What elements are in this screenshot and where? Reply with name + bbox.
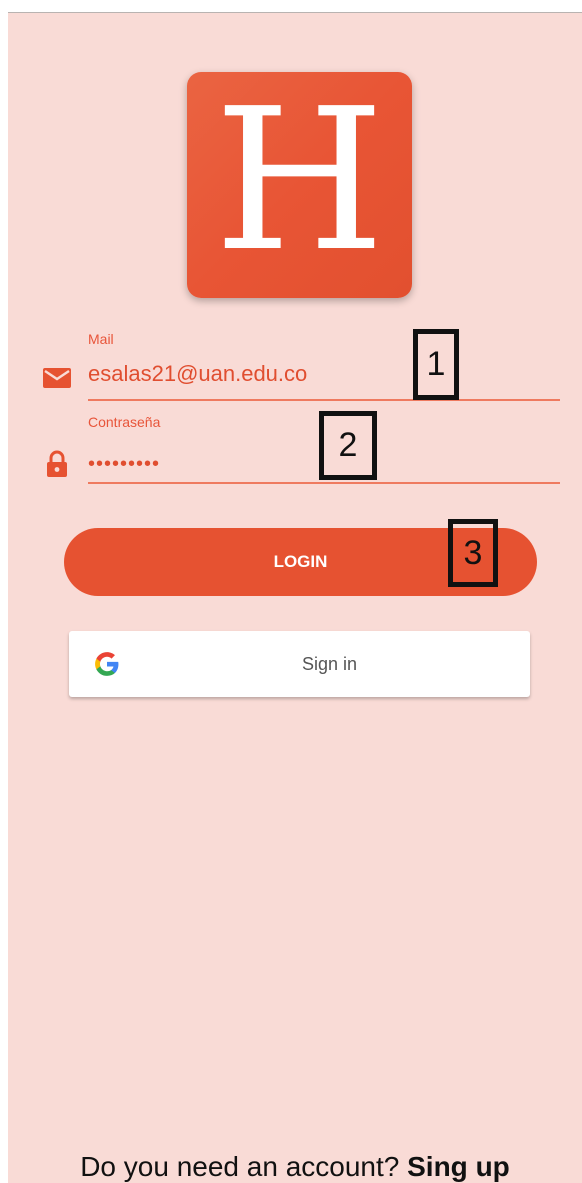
annotation-marker-3: 3 [448,519,498,587]
google-sign-in-button[interactable]: Sign in [69,631,530,697]
password-field-value[interactable]: ••••••••• [88,454,160,474]
mail-field-value[interactable]: esalas21@uan.edu.co [88,361,307,387]
mail-field-label: Mail [88,331,114,347]
app-logo-letter: H [214,67,385,295]
password-field[interactable]: Contraseña ••••••••• [42,414,560,484]
signup-link[interactable]: Sing up [407,1151,510,1182]
mail-icon [43,368,71,388]
login-button-label: LOGIN [273,552,328,571]
app-logo: H [187,72,412,298]
annotation-marker-1: 1 [413,329,459,400]
signup-prompt: Do you need an account? Sing up [8,1151,582,1183]
login-screen: H Mail esalas21@uan.edu.co Contraseña ••… [8,12,582,1183]
mail-field-underline [88,399,560,401]
password-field-label: Contraseña [88,414,161,430]
lock-icon [47,450,67,477]
password-field-underline [88,482,560,484]
signup-prompt-text: Do you need an account? [80,1151,400,1182]
annotation-marker-2: 2 [319,411,377,480]
google-sign-in-label: Sign in [301,654,358,674]
mail-field[interactable]: Mail esalas21@uan.edu.co [42,331,560,401]
